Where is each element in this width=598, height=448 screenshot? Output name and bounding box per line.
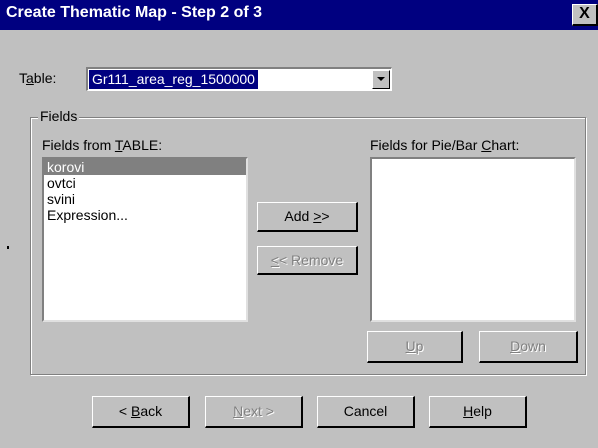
remove-button[interactable]: << Remove [257,246,358,275]
down-button-label-accel: D [510,338,521,354]
list-item[interactable]: Expression... [44,207,246,223]
cancel-button[interactable]: Cancel [317,396,415,428]
table-dropdown-value: Gr111_area_reg_1500000 [89,70,258,89]
list-item[interactable]: korovi [44,159,246,175]
up-button[interactable]: Up [367,331,463,363]
back-button[interactable]: < Back [92,396,190,428]
edge-mark [7,246,9,249]
dialog-window: Create Thematic Map - Step 2 of 3 X Tabl… [0,0,598,448]
dropdown-arrow-button[interactable] [372,70,390,89]
next-button-label-accel: N [233,403,244,419]
list-item[interactable]: svini [44,191,246,207]
back-button-label-accel: B [130,403,141,419]
fields-group-label: Fields [38,108,80,124]
fields-for-chart-list[interactable] [370,157,576,322]
help-button[interactable]: Help [429,396,527,428]
chevron-down-icon [377,77,385,81]
down-button-label-post: own [520,338,546,354]
next-button-label-post: ext > [243,403,274,419]
down-button[interactable]: Down [479,331,578,363]
close-button[interactable]: X [572,4,598,26]
up-button-label-accel: U [405,338,416,354]
fields-from-table-list[interactable]: korovi ovtci svini Expression... [42,157,248,322]
table-dropdown[interactable]: Gr111_area_reg_1500000 [86,67,392,91]
next-button[interactable]: Next > [205,396,303,428]
help-button-label-post: elp [473,403,492,419]
back-button-label-post: ack [140,403,163,419]
cancel-button-label-pre: Cancel [343,403,388,419]
add-button-label-pre: Add [284,208,314,224]
add-button[interactable]: Add >> [257,202,358,232]
up-button-label-post: p [415,338,424,354]
back-button-label-pre: < [118,403,131,419]
title-bar[interactable]: Create Thematic Map - Step 2 of 3 [0,0,598,30]
add-button-label-post: > [321,208,330,224]
list-item[interactable]: ovtci [44,175,246,191]
fields-for-chart-label: Fields for Pie/Bar Chart: [370,137,520,153]
remove-button-label-post: < Remove [278,252,344,268]
dialog-title: Create Thematic Map - Step 2 of 3 [6,4,263,21]
fields-from-table-label: Fields from TABLE: [42,137,163,153]
remove-button-label-accel: < [270,252,279,268]
help-button-label-accel: H [463,403,474,419]
table-label: Table: [19,70,57,86]
